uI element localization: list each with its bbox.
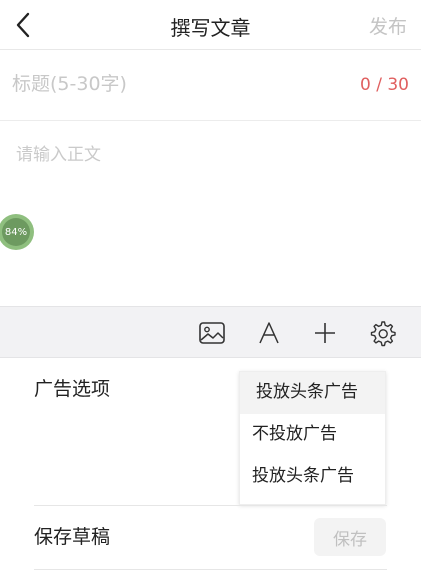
ad-options-dropdown[interactable]: 投放头条广告 不投放广告 投放头条广告 xyxy=(239,371,386,505)
article-body-input[interactable] xyxy=(16,140,406,180)
article-title-input[interactable] xyxy=(12,73,342,95)
ad-option-toutiao-ads[interactable]: 投放头条广告 xyxy=(240,456,385,498)
divider xyxy=(34,569,387,570)
font-icon xyxy=(259,322,279,344)
plus-icon xyxy=(315,323,335,343)
insert-image-button[interactable] xyxy=(198,319,226,347)
article-settings-panel: 广告选项 投放头条广告 不投放广告 投放头条广告 保存草稿 保存 xyxy=(0,358,421,580)
progress-indicator[interactable]: 84% xyxy=(0,214,34,250)
progress-label: 84% xyxy=(2,218,30,246)
image-icon xyxy=(199,322,225,344)
text-format-button[interactable] xyxy=(255,319,283,347)
settings-button[interactable] xyxy=(368,319,396,347)
top-navigation-bar: 撰写文章 发布 xyxy=(0,0,421,50)
ad-options-label: 广告选项 xyxy=(34,378,111,400)
article-body-area: 84% xyxy=(0,122,421,306)
gear-icon xyxy=(370,321,396,347)
editor-toolbar xyxy=(0,306,421,358)
save-draft-button[interactable]: 保存 xyxy=(314,518,386,556)
article-title-row: 0 / 30 xyxy=(0,51,421,121)
insert-more-button[interactable] xyxy=(311,319,339,347)
save-draft-label: 保存草稿 xyxy=(34,526,111,548)
publish-button[interactable]: 发布 xyxy=(369,12,407,39)
title-character-counter: 0 / 30 xyxy=(360,75,409,95)
ad-option-selected[interactable]: 投放头条广告 xyxy=(240,372,385,414)
divider xyxy=(34,505,387,506)
ad-option-no-ads[interactable]: 不投放广告 xyxy=(240,414,385,456)
page-title: 撰写文章 xyxy=(170,16,251,40)
